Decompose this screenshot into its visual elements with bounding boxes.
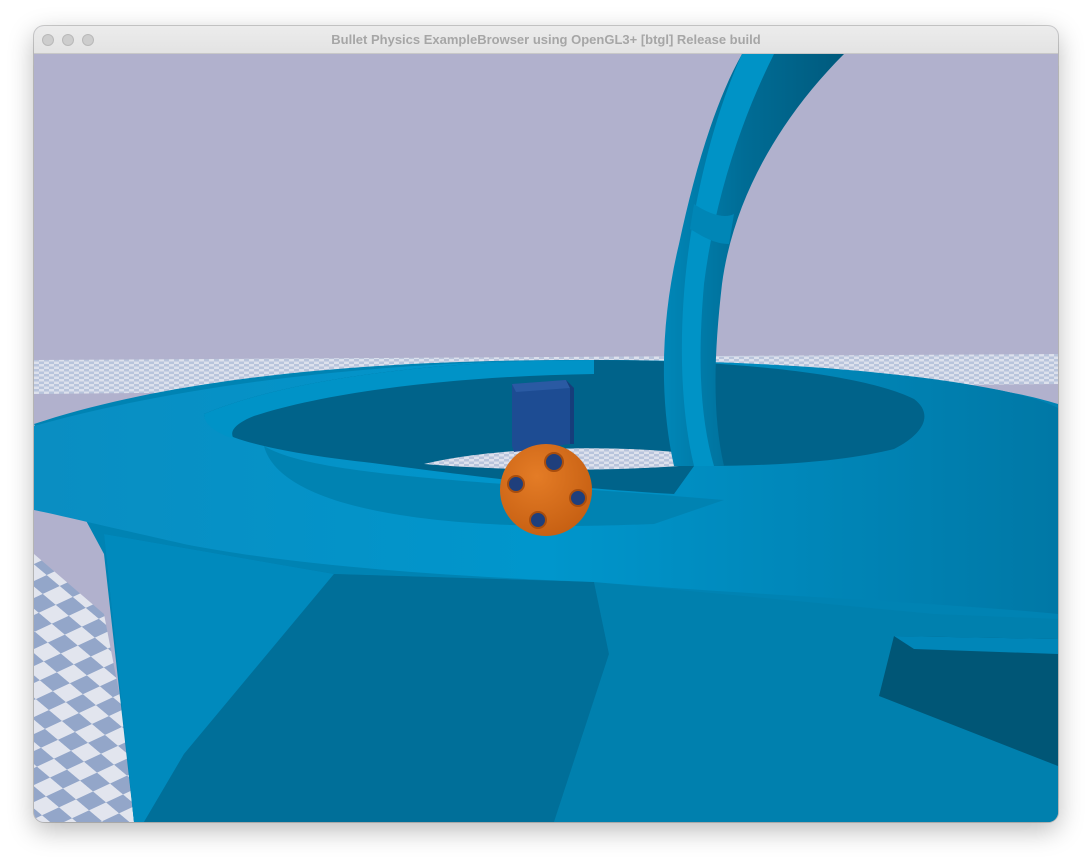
window-title: Bullet Physics ExampleBrowser using Open… bbox=[331, 32, 761, 47]
orange-wiffle-ball bbox=[500, 444, 592, 536]
title-bar[interactable]: Bullet Physics ExampleBrowser using Open… bbox=[34, 26, 1058, 54]
3d-viewport[interactable] bbox=[34, 54, 1058, 822]
app-window: Bullet Physics ExampleBrowser using Open… bbox=[34, 26, 1058, 822]
blue-box bbox=[512, 380, 574, 452]
scene-render bbox=[34, 54, 1058, 822]
